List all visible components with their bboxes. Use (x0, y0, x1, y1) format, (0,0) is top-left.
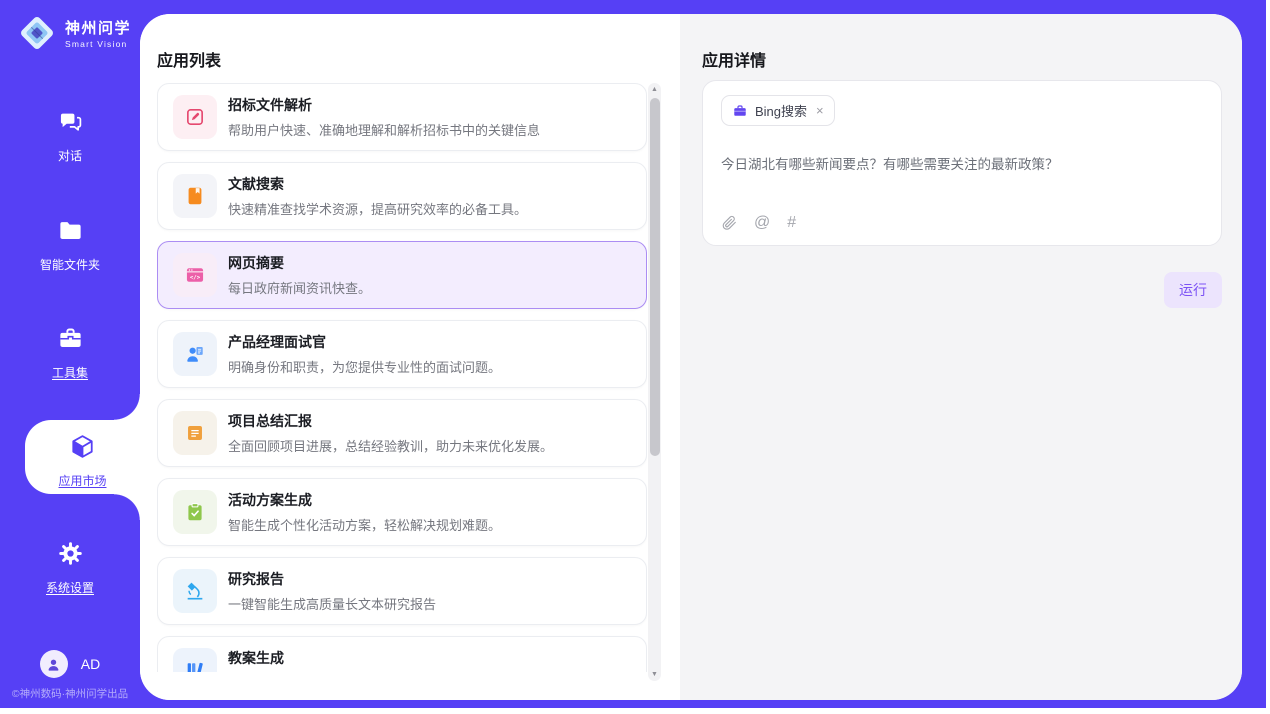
close-icon[interactable]: × (816, 103, 824, 118)
scrollbar-thumb[interactable] (650, 98, 660, 456)
app-description: 快速精准查找学术资源，提高研究效率的必备工具。 (228, 199, 527, 218)
brand-name: 神州问学 (65, 17, 131, 38)
hash-icon[interactable]: # (787, 215, 796, 231)
sidebar: 神州问学 Smart Vision 对话智能文件夹工具集应用市场系统设置 AD … (0, 0, 140, 708)
note-icon (173, 411, 217, 455)
book-icon (173, 174, 217, 218)
sidebar-item-label: 对话 (0, 147, 140, 164)
app-name: 研究报告 (228, 569, 436, 589)
cube-icon (69, 433, 96, 460)
interviewer-icon (173, 332, 217, 376)
sidebar-item-label: 应用市场 (25, 472, 140, 489)
user-profile[interactable]: AD (0, 650, 140, 678)
app-window: 应用列表 招标文件解析帮助用户快速、准确地理解和解析招标书中的关键信息文献搜索快… (0, 0, 1270, 714)
copyright-text: ©神州数码·神州问学出品 (0, 686, 140, 701)
app-list-item[interactable]: 教案生成模板驱动，教案秒成，教学准备从此轻松快捷 (157, 636, 647, 672)
scroll-down-arrow-icon[interactable]: ▼ (648, 671, 661, 678)
briefcase-icon (732, 103, 748, 119)
user-name: AD (81, 656, 100, 672)
app-detail-title: 应用详情 (702, 47, 766, 71)
paperclip-icon[interactable] (721, 215, 737, 231)
app-description: 每日政府新闻资讯快查。 (228, 278, 371, 297)
sidebar-item-chat[interactable]: 对话 (0, 108, 140, 164)
app-detail-panel: 应用详情 Bing搜索 × 今日湖北有哪些新闻要点？有哪些需要关注的最新政策？ … (680, 14, 1242, 700)
folder-icon (57, 217, 84, 244)
app-list-panel: 应用列表 招标文件解析帮助用户快速、准确地理解和解析招标书中的关键信息文献搜索快… (140, 14, 680, 700)
tool-chip-label: Bing搜索 (755, 101, 807, 120)
app-description: 帮助用户快速、准确地理解和解析招标书中的关键信息 (228, 120, 540, 139)
run-button[interactable]: 运行 (1164, 272, 1222, 308)
books-icon (173, 648, 217, 672)
pen-square-icon (173, 95, 217, 139)
chat-icon (57, 108, 84, 135)
gear-icon (57, 540, 84, 567)
prompt-card: Bing搜索 × 今日湖北有哪些新闻要点？有哪些需要关注的最新政策？ @# (702, 80, 1222, 246)
app-name: 产品经理面试官 (228, 332, 501, 352)
avatar (40, 650, 68, 678)
at-icon[interactable]: @ (754, 215, 770, 231)
microscope-icon (173, 569, 217, 613)
sidebar-item-app-market[interactable]: 应用市场 (25, 420, 140, 494)
app-name: 教案生成 (228, 648, 488, 668)
content-card: 应用列表 招标文件解析帮助用户快速、准确地理解和解析招标书中的关键信息文献搜索快… (140, 14, 1242, 700)
app-list-title: 应用列表 (157, 47, 221, 71)
app-description: 智能生成个性化活动方案，轻松解决规划难题。 (228, 515, 501, 534)
browser-code-icon: </> (173, 253, 217, 297)
app-list-item[interactable]: </> 网页摘要每日政府新闻资讯快查。 (157, 241, 647, 309)
app-name: 文献搜索 (228, 174, 527, 194)
brand-diamond-icon (16, 12, 58, 54)
sidebar-item-system-settings[interactable]: 系统设置 (0, 540, 140, 596)
app-list-item[interactable]: 研究报告一键智能生成高质量长文本研究报告 (157, 557, 647, 625)
app-name: 项目总结汇报 (228, 411, 553, 431)
app-list-item[interactable]: 招标文件解析帮助用户快速、准确地理解和解析招标书中的关键信息 (157, 83, 647, 151)
svg-text:</>: </> (190, 275, 201, 281)
app-description: 全面回顾项目进展，总结经验教训，助力未来优化发展。 (228, 436, 553, 455)
app-description: 明确身份和职责，为您提供专业性的面试问题。 (228, 357, 501, 376)
sidebar-item-label: 工具集 (0, 364, 140, 381)
scroll-up-arrow-icon[interactable]: ▲ (648, 86, 661, 93)
app-list-item[interactable]: 活动方案生成智能生成个性化活动方案，轻松解决规划难题。 (157, 478, 647, 546)
app-list: 招标文件解析帮助用户快速、准确地理解和解析招标书中的关键信息文献搜索快速精准查找… (157, 83, 647, 672)
query-text[interactable]: 今日湖北有哪些新闻要点？有哪些需要关注的最新政策？ (721, 153, 1203, 173)
clipboard-check-icon (173, 490, 217, 534)
app-list-item[interactable]: 文献搜索快速精准查找学术资源，提高研究效率的必备工具。 (157, 162, 647, 230)
tool-chip-bing-search[interactable]: Bing搜索 × (721, 95, 835, 126)
sidebar-item-label: 系统设置 (0, 579, 140, 596)
app-name: 网页摘要 (228, 253, 371, 273)
brand-logo: 神州问学 Smart Vision (16, 12, 131, 54)
sidebar-item-toolset[interactable]: 工具集 (0, 325, 140, 381)
composer-toolbar: @# (721, 215, 796, 231)
run-row: 运行 (1164, 272, 1222, 308)
app-list-item[interactable]: 项目总结汇报全面回顾项目进展，总结经验教训，助力未来优化发展。 (157, 399, 647, 467)
toolbox-icon (57, 325, 84, 352)
app-name: 活动方案生成 (228, 490, 501, 510)
app-name: 招标文件解析 (228, 95, 540, 115)
sidebar-item-smart-folders[interactable]: 智能文件夹 (0, 217, 140, 273)
app-list-item[interactable]: 产品经理面试官明确身份和职责，为您提供专业性的面试问题。 (157, 320, 647, 388)
brand-tagline: Smart Vision (65, 39, 131, 49)
app-description: 一键智能生成高质量长文本研究报告 (228, 594, 436, 613)
sidebar-item-label: 智能文件夹 (0, 256, 140, 273)
scrollbar[interactable]: ▲ ▼ (648, 83, 661, 681)
